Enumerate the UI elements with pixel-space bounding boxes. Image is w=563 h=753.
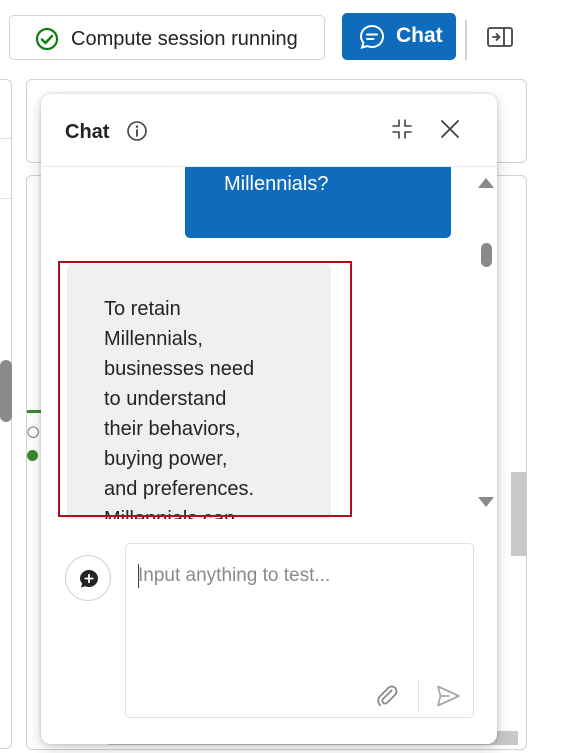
compute-status-label: Compute session running [71,28,298,50]
message-scrollbar-thumb[interactable] [481,243,492,267]
lightbulb-icon: ◯ [27,426,40,438]
scroll-up-arrow[interactable] [478,178,494,188]
text-caret [138,564,139,588]
chat-input-box [125,543,474,718]
chat-input[interactable] [138,563,458,673]
chat-header: Chat [41,94,497,167]
input-divider [418,680,419,712]
flow-node[interactable]: ◯ [27,410,42,471]
attach-icon[interactable] [375,684,399,708]
user-message: retaining Millennials? [185,167,451,238]
highlight-box [58,261,352,517]
close-icon[interactable] [439,118,461,140]
new-chat-icon [80,570,98,588]
chat-input-area [41,519,497,744]
chat-panel: Chat retaining Millennials? To retain Mi… [41,94,497,744]
message-list[interactable]: retaining Millennials? To retain Millenn… [41,167,497,519]
check-circle-icon [35,27,59,51]
divider [0,138,11,139]
new-chat-button[interactable] [65,555,111,601]
send-icon[interactable] [435,684,461,708]
message-line: Millennials? [224,173,329,195]
toolbar-divider [465,20,467,60]
panel-right-icon[interactable] [486,25,514,49]
chat-title: Chat [65,121,110,143]
success-icon [27,450,38,461]
left-scrollbar-thumb[interactable] [0,360,12,422]
chat-toggle-label: Chat [396,24,443,47]
compute-status-button[interactable]: Compute session running [9,15,325,60]
minimize-icon[interactable] [391,118,413,140]
divider [0,198,11,199]
info-icon[interactable] [126,120,148,142]
chat-toggle-button[interactable]: Chat [342,13,456,60]
scroll-down-arrow[interactable] [478,497,494,507]
chat-bubble-icon [359,24,385,49]
canvas-scrollbar-thumb[interactable] [511,472,526,556]
